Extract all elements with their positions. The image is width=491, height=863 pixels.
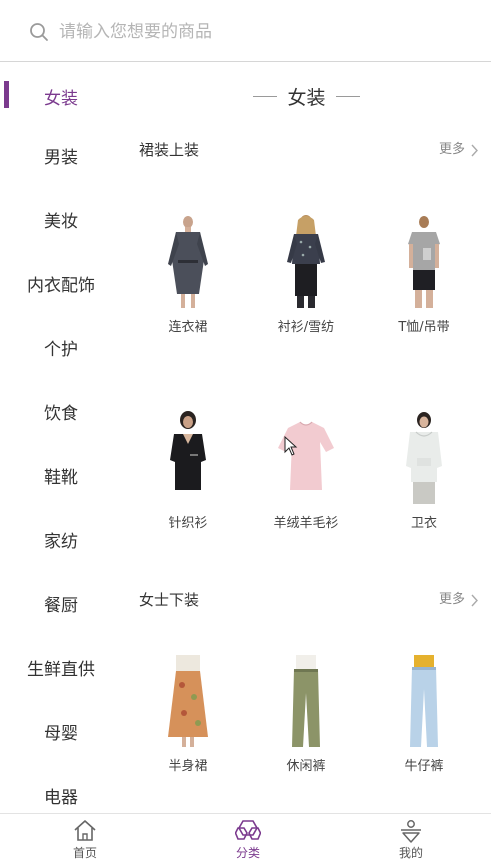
sidebar-item-baby[interactable]: 母婴 [0,711,122,751]
sidebar-item-appliances[interactable]: 电器 [0,775,122,813]
product-label: T恤/吊带 [398,320,450,335]
more-link[interactable]: 更多 [439,138,479,162]
sidebar-item-food[interactable]: 饮食 [0,391,122,431]
product-label: 休闲裤 [286,759,326,774]
search-icon [30,23,48,41]
sidebar-item-underwear[interactable]: 内衣配饰 [0,263,122,303]
product-item[interactable]: 休闲裤 [246,653,366,793]
search-bar[interactable]: 请输入您想要的商品 [0,0,491,62]
profile-icon [401,820,421,843]
more-link[interactable]: 更多 [439,588,479,612]
category-icon [235,820,261,840]
category-content: 女装 裙装上装 更多 连衣裙 衬衫/雪纺 T恤/吊带 针织衫 羊绒羊毛衫 卫衣 … [122,63,491,813]
product-label: 连衣裙 [168,320,208,335]
tab-profile-label: 我的 [398,846,423,860]
content-title-text: 女装 [287,86,326,109]
sidebar-item-mens[interactable]: 男装 [0,135,122,175]
home-icon [74,820,96,841]
more-label: 更多 [438,142,465,157]
product-label: 羊绒羊毛衫 [273,516,339,531]
sidebar-item-fresh[interactable]: 生鲜直供 [0,647,122,687]
product-item[interactable]: 衬衫/雪纺 [246,214,366,354]
product-label: 针织衫 [168,516,208,531]
sidebar-item-kitchen[interactable]: 餐厨 [0,583,122,623]
product-image [168,655,208,747]
product-item[interactable]: 羊绒羊毛衫 [246,410,366,550]
product-item[interactable]: T恤/吊带 [364,214,484,354]
sidebar-item-beauty[interactable]: 美妆 [0,199,122,239]
section-header: 女士下装 更多 [139,588,479,612]
bottom-tab-bar: 首页 分类 我的 [0,813,491,863]
section-title: 女士下装 [139,591,200,609]
tab-home-label: 首页 [72,846,97,860]
product-image [410,655,438,747]
product-label: 半身裙 [168,759,208,774]
product-image [292,655,320,747]
title-divider-left [253,95,278,97]
product-label: 衬衫/雪纺 [277,320,335,335]
section-header: 裙装上装 更多 [139,138,479,162]
chevron-right-icon [471,594,478,606]
sidebar-item-home-textile[interactable]: 家纺 [0,519,122,559]
tab-category-label: 分类 [235,846,260,860]
category-sidebar: 女装 男装 美妆 内衣配饰 个护 饮食 鞋靴 家纺 餐厨 生鲜直供 母婴 电器 [0,63,122,813]
tab-profile[interactable]: 我的 [361,814,461,863]
product-item[interactable]: 针织衫 [128,410,248,550]
content-title: 女装 [122,79,491,113]
mouse-cursor-icon [284,436,298,456]
product-image [168,216,208,308]
sidebar-item-personal-care[interactable]: 个护 [0,327,122,367]
sidebar-item-shoes[interactable]: 鞋靴 [0,455,122,495]
more-label: 更多 [438,592,465,607]
product-item[interactable]: 连衣裙 [128,214,248,354]
search-input[interactable]: 请输入您想要的商品 [59,21,212,43]
product-item[interactable]: 牛仔裤 [364,653,484,793]
tab-home[interactable]: 首页 [35,814,135,863]
title-divider-right [335,95,360,97]
section-title: 裙装上装 [139,141,200,159]
product-image [287,215,325,308]
product-image [408,216,440,308]
product-item[interactable]: 半身裙 [128,653,248,793]
sidebar-item-womens[interactable]: 女装 [0,76,122,116]
product-image [406,412,442,504]
product-label: 卫衣 [410,516,437,531]
product-item[interactable]: 卫衣 [364,410,484,550]
product-image [278,421,334,490]
product-image [170,411,206,490]
tab-category[interactable]: 分类 [198,814,298,863]
chevron-right-icon [471,144,478,156]
product-label: 牛仔裤 [404,759,444,774]
